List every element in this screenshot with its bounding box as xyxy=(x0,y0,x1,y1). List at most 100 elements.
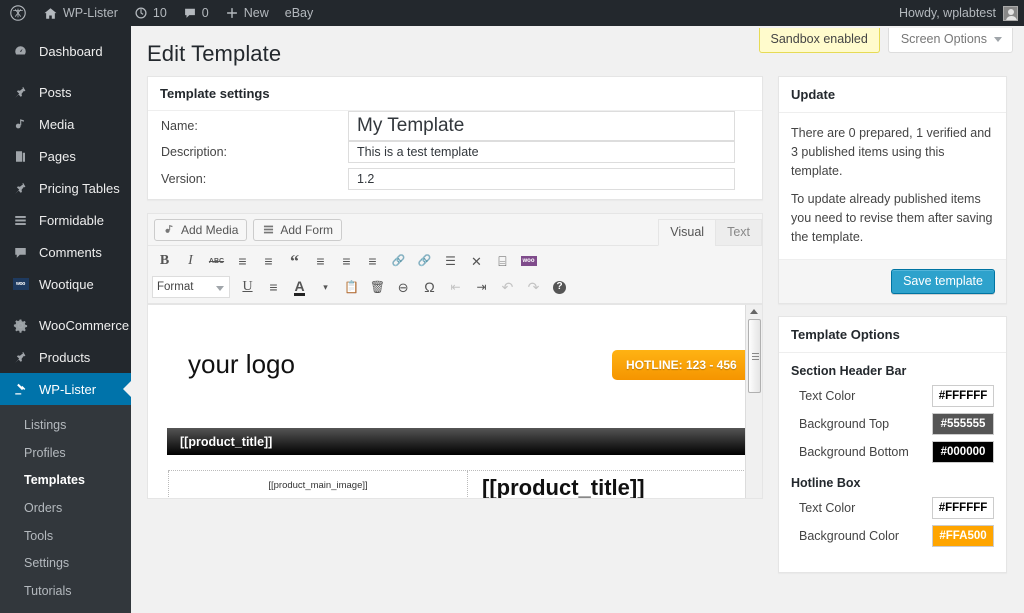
sidebar-item-pages[interactable]: Pages xyxy=(0,140,131,172)
name-label: Name: xyxy=(161,119,198,133)
align-right-icon-glyph: ≡ xyxy=(368,253,377,269)
text-color-icon[interactable]: A xyxy=(287,276,312,299)
italic-icon[interactable]: I xyxy=(178,250,203,273)
bold-icon[interactable]: B xyxy=(152,250,177,273)
undo-icon[interactable]: ↶ xyxy=(495,276,520,299)
site-name-menu[interactable]: WP-Lister xyxy=(35,0,126,26)
description-field-cell xyxy=(348,141,762,163)
kitchen-sink-icon[interactable]: ⌸ xyxy=(490,250,515,273)
color-input[interactable] xyxy=(932,384,994,407)
wordpress-logo-menu[interactable] xyxy=(0,0,35,26)
updates-menu[interactable]: 10 xyxy=(126,0,175,26)
preview-hotline-box: HOTLINE: 123 - 456 xyxy=(612,350,751,380)
woo-badge-icon: woo xyxy=(11,278,30,290)
add-form-button[interactable]: Add Form xyxy=(253,218,343,241)
indent-icon[interactable]: ⇥ xyxy=(469,276,494,299)
scrollbar-thumb[interactable] xyxy=(748,319,761,393)
sidebar-item-wootique[interactable]: woo Wootique xyxy=(0,268,131,300)
remove-link-icon-glyph: 🔗 xyxy=(417,254,432,267)
special-character-icon[interactable]: Ω xyxy=(417,276,442,299)
sidebar-item-tools[interactable]: Tools xyxy=(0,523,131,551)
editor-scrollbar[interactable] xyxy=(745,305,762,498)
read-more-icon[interactable]: ☰ xyxy=(438,250,463,273)
my-account-menu[interactable]: Howdy, wplabtest xyxy=(899,5,1024,21)
keyboard-shortcuts-icon-glyph: ? xyxy=(553,280,566,294)
remove-link-icon[interactable]: 🔗 xyxy=(412,250,437,273)
bulleted-list-icon[interactable]: ≡ xyxy=(230,250,255,273)
screen-options-toggle[interactable]: Screen Options xyxy=(887,28,1013,53)
paste-from-word-icon[interactable]: 🗑 xyxy=(365,276,390,299)
outdent-icon[interactable]: ⇤ xyxy=(443,276,468,299)
underline-icon[interactable]: U xyxy=(235,276,260,299)
sidebar-item-media[interactable]: Media xyxy=(0,108,131,140)
add-media-button[interactable]: Add Media xyxy=(154,218,248,241)
blockquote-icon[interactable]: “ xyxy=(282,250,307,273)
sidebar-item-products[interactable]: Products xyxy=(0,341,131,373)
align-justify-icon-glyph: ≡ xyxy=(269,279,278,295)
comments-menu[interactable]: 0 xyxy=(175,0,217,26)
clear-formatting-icon[interactable]: ⊘ xyxy=(391,276,416,299)
media-icon xyxy=(11,117,30,132)
strikethrough-icon[interactable]: ABC xyxy=(204,250,229,273)
option-group: Hotline Box Text Color Background Color xyxy=(791,476,994,547)
sidebar-item-dashboard[interactable]: Dashboard xyxy=(0,35,131,67)
tab-text[interactable]: Text xyxy=(715,219,762,246)
woocommerce-shortcode-icon[interactable]: woo xyxy=(516,250,541,273)
sidebar-item-comments[interactable]: Comments xyxy=(0,236,131,268)
sidebar-item-settings[interactable]: Settings xyxy=(0,550,131,578)
bold-icon-glyph: B xyxy=(159,253,170,268)
sidebar-item-wp-lister[interactable]: WP-Lister xyxy=(0,373,131,405)
editor-mode-tabs: Visual Text xyxy=(658,219,762,246)
color-input[interactable] xyxy=(932,440,994,463)
home-icon xyxy=(43,6,58,21)
sidebar-item-tutorials[interactable]: Tutorials xyxy=(0,578,131,606)
sidebar-item-profiles[interactable]: Profiles xyxy=(0,440,131,468)
template-version-input[interactable] xyxy=(348,168,735,190)
sidebar-item-label: Media xyxy=(39,116,75,132)
fullscreen-icon[interactable]: ✕ xyxy=(464,250,489,273)
sidebar-item-pricing-tables[interactable]: Pricing Tables xyxy=(0,172,131,204)
outdent-icon-glyph: ⇤ xyxy=(450,280,461,294)
comment-bubble-icon xyxy=(183,6,197,20)
preview-logo-text: your logo xyxy=(188,349,295,379)
new-content-menu[interactable]: New xyxy=(217,0,277,26)
editor-preview-iframe[interactable]: your logo HOTLINE: 123 - 456 [[product_t… xyxy=(148,304,762,498)
redo-icon[interactable]: ↷ xyxy=(521,276,546,299)
align-justify-icon[interactable]: ≡ xyxy=(261,276,286,299)
updates-count: 10 xyxy=(152,6,167,20)
numbered-list-icon[interactable]: ≡ xyxy=(256,250,281,273)
form-row-version: Version: xyxy=(148,163,762,199)
wordpress-logo-icon xyxy=(10,5,26,21)
align-left-icon[interactable]: ≡ xyxy=(308,250,333,273)
sidebar-item-woocommerce[interactable]: WooCommerce xyxy=(0,309,131,341)
paste-as-text-icon[interactable]: 📋 xyxy=(339,276,364,299)
update-box-title: Update xyxy=(779,77,1006,113)
color-input[interactable] xyxy=(932,412,994,435)
color-input[interactable] xyxy=(932,496,994,519)
text-color-dropdown-icon[interactable]: ▾ xyxy=(313,276,338,299)
save-template-button[interactable]: Save template xyxy=(891,268,995,294)
scroll-up-arrow-icon[interactable] xyxy=(750,309,758,314)
template-name-input[interactable] xyxy=(348,111,735,141)
format-select[interactable]: Format xyxy=(152,276,230,298)
template-description-input[interactable] xyxy=(348,141,735,163)
sidebar-item-formidable[interactable]: Formidable xyxy=(0,204,131,236)
sidebar-item-orders[interactable]: Orders xyxy=(0,495,131,523)
admin-sidebar-menu: Dashboard Posts Media Pages Pricing Tabl… xyxy=(0,26,131,613)
sidebar-item-listings[interactable]: Listings xyxy=(0,412,131,440)
keyboard-shortcuts-icon[interactable]: ? xyxy=(547,276,572,299)
sidebar-item-templates[interactable]: Templates xyxy=(0,467,131,495)
sidebar-item-posts[interactable]: Posts xyxy=(0,76,131,108)
color-input[interactable] xyxy=(932,524,994,547)
redo-icon-glyph: ↷ xyxy=(527,279,540,295)
align-right-icon[interactable]: ≡ xyxy=(360,250,385,273)
template-settings-box: Template settings Name: Description: Ver… xyxy=(147,76,763,200)
template-settings-form: Name: Description: Version: xyxy=(148,111,762,199)
ebay-menu[interactable]: eBay xyxy=(277,0,322,26)
tab-visual[interactable]: Visual xyxy=(658,219,717,246)
avatar xyxy=(1003,5,1018,21)
sidebar-item-label: WooCommerce xyxy=(39,317,130,333)
insert-link-icon[interactable]: 🔗 xyxy=(386,250,411,273)
align-center-icon[interactable]: ≡ xyxy=(334,250,359,273)
text-color-dropdown-icon-glyph: ▾ xyxy=(323,281,328,292)
